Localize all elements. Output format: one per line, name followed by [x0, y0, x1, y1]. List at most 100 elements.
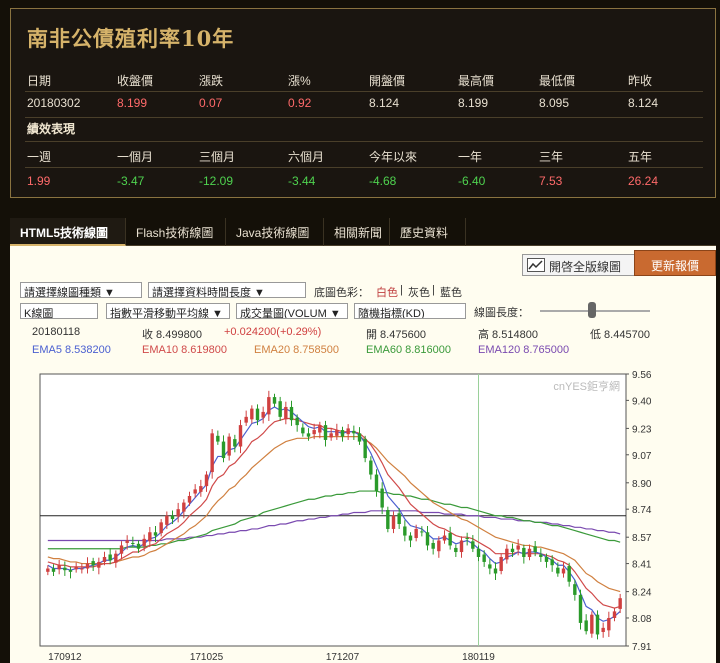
candle-body: [420, 531, 424, 533]
perf-header-5y: 五年: [628, 150, 653, 164]
candle-body: [114, 553, 118, 563]
y-tick-label: 8.41: [632, 560, 652, 571]
candle-body: [210, 433, 214, 473]
candle-body: [165, 515, 169, 525]
value-date: 20180302: [27, 96, 81, 110]
candle-body: [68, 570, 73, 572]
candle-body: [363, 439, 367, 459]
candle-body: [170, 515, 175, 520]
candle-body: [556, 567, 560, 574]
perf-value-ytd: -4.68: [369, 174, 397, 188]
candle-body: [295, 417, 299, 426]
candle-body: [289, 406, 294, 421]
value-prev-close: 8.124: [628, 96, 659, 110]
candle-body: [108, 554, 112, 561]
tab-html5-chart[interactable]: HTML5技術線圖: [10, 218, 126, 246]
candle-body: [306, 433, 311, 437]
candle-body: [238, 425, 243, 447]
candle-body: [408, 535, 413, 541]
perf-header-1m: 一個月: [117, 150, 154, 164]
candle-body: [153, 532, 158, 536]
y-tick-label: 9.56: [632, 370, 652, 381]
value-change-pct: 0.92: [288, 96, 312, 110]
perf-header-ytd: 今年以來: [369, 150, 418, 164]
candle-body: [607, 617, 611, 631]
candle-body: [323, 425, 328, 440]
perf-value-1m: -3.47: [117, 174, 145, 188]
header-date: 日期: [27, 74, 52, 88]
candle-body: [386, 510, 390, 529]
candle-body: [159, 522, 163, 534]
candle-body: [544, 556, 549, 562]
candle-body: [391, 515, 396, 529]
candle-body: [335, 430, 339, 436]
candle-body: [97, 561, 101, 568]
perf-title-row: 績效表現: [11, 115, 715, 141]
candle-body: [374, 474, 379, 492]
candle-body: [567, 566, 571, 582]
tab-history[interactable]: 歷史資料: [390, 218, 466, 246]
candle-body: [233, 439, 237, 447]
value-open: 8.124: [369, 96, 400, 110]
tab-flash-chart[interactable]: Flash技術線圖: [126, 218, 226, 246]
candle-body: [437, 540, 441, 552]
candle-body: [216, 435, 220, 442]
candle-body: [425, 532, 430, 546]
y-tick-label: 8.74: [632, 505, 652, 516]
candle-body: [448, 533, 452, 546]
header-open: 開盤價: [369, 74, 406, 88]
perf-title: 績效表現: [27, 122, 76, 136]
candle-body: [505, 548, 509, 560]
header-prev-close: 昨收: [628, 74, 653, 88]
candle-body: [493, 568, 498, 574]
price-chart[interactable]: cnYES鉅亨網 9.56 9.40 9.23 9.07 8.90 8.74 8.57 8.41…: [10, 246, 716, 663]
candle-body: [550, 559, 554, 566]
y-tick-label: 9.23: [632, 424, 652, 435]
candle-body: [352, 430, 356, 434]
candle-body: [612, 611, 617, 618]
divider: [25, 167, 703, 168]
quote-header-row: 日期 收盤價 漲跌 漲% 開盤價 最高價 最低價 昨收: [11, 67, 715, 93]
header-change-pct: 漲%: [288, 74, 311, 88]
candle-body: [590, 614, 594, 634]
chart-area: 開啓全版線圖 更新報價 請選擇線圖種類 ▼ 請選擇資料時間長度 ▼ 底圖色彩： …: [10, 246, 716, 663]
candle-body: [516, 545, 520, 550]
candle-body: [136, 543, 141, 549]
candle-body: [561, 568, 566, 574]
y-tick-label: 8.08: [632, 614, 652, 625]
perf-value-row: 1.99 -3.47 -12.09 -3.44 -4.68 -6.40 7.53…: [11, 169, 715, 195]
candle-body: [80, 568, 84, 570]
candle-body: [403, 526, 407, 536]
candle-body: [221, 441, 226, 459]
perf-value-3m: -12.09: [199, 174, 234, 188]
candle-body: [250, 408, 254, 420]
candle-body: [488, 564, 492, 569]
y-tick-label: 8.57: [632, 533, 652, 544]
candle-body: [278, 401, 282, 417]
tab-news[interactable]: 相關新聞: [324, 218, 390, 246]
candle-body: [102, 556, 107, 562]
candle-body: [601, 627, 605, 632]
candle-body: [193, 489, 197, 494]
candle-body: [533, 546, 537, 553]
candle-body: [595, 614, 600, 635]
perf-value-3y: 7.53: [539, 174, 563, 188]
candle-body: [267, 397, 271, 415]
perf-header-3y: 三年: [539, 150, 564, 164]
candle-body: [284, 406, 288, 420]
tab-java-chart[interactable]: Java技術線圖: [226, 218, 324, 246]
candle-body: [584, 620, 588, 632]
candle-body: [204, 474, 209, 487]
y-tick-label: 8.90: [632, 479, 652, 490]
candle-body: [539, 554, 543, 557]
candle-body: [46, 568, 50, 572]
candle-body: [346, 428, 350, 435]
candle-body: [119, 545, 124, 554]
candle-body: [63, 567, 67, 571]
candle-body: [442, 535, 447, 541]
candle-body: [454, 547, 458, 553]
candle-body: [272, 397, 277, 404]
header-low: 最低價: [539, 74, 576, 88]
candle-body: [255, 408, 260, 421]
candle-body: [618, 598, 622, 609]
